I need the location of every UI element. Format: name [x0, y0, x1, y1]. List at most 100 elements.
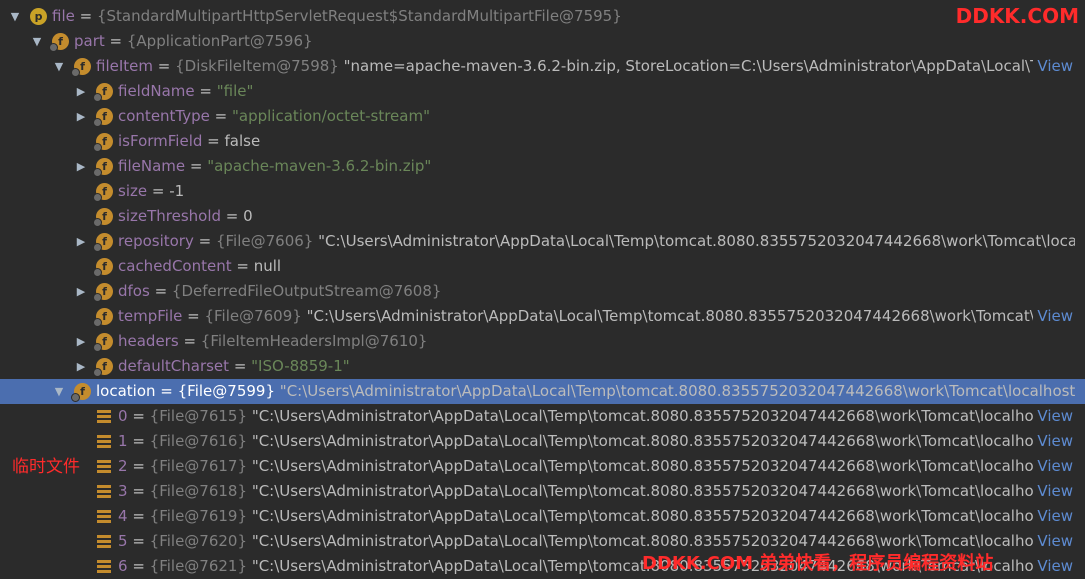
view-link[interactable]: View — [1033, 404, 1073, 429]
annotation-temp-files: 临时文件 — [12, 457, 80, 477]
array-element-icon — [97, 435, 111, 448]
tree-row-content: dfos = {DeferredFileOutputStream@7608} — [118, 282, 442, 300]
view-link[interactable]: View — [1033, 504, 1073, 529]
expand-arrow-icon[interactable]: ▶ — [74, 329, 88, 354]
view-link[interactable]: View — [1033, 479, 1073, 504]
variable-value: "ISO-8859-1" — [251, 357, 350, 375]
variable-value: "C:\Users\Administrator\AppData\Local\Te… — [251, 482, 1033, 500]
tree-row[interactable]: ▼ p file = {StandardMultipartHttpServletRe… — [0, 4, 1085, 29]
tree-row-content: cachedContent = null — [118, 257, 282, 275]
object-reference: {File@7619} — [149, 507, 248, 525]
variable-value: "C:\Users\Administrator\AppData\Local\Te… — [251, 507, 1033, 525]
expand-arrow-icon[interactable]: ▶ — [74, 354, 88, 379]
field-icon: f — [93, 158, 113, 177]
tree-row[interactable]: f cachedContent = null — [0, 254, 1085, 279]
tree-row[interactable]: f isFormField = false — [0, 129, 1085, 154]
tree-row-content: part = {ApplicationPart@7596} — [74, 32, 313, 50]
view-link[interactable]: View — [1033, 529, 1073, 554]
tree-row[interactable]: ▼ f location = {File@7599} "C:\Users\Admin… — [0, 379, 1085, 404]
expand-arrow-icon[interactable]: ▶ — [74, 104, 88, 129]
tree-row[interactable]: ▼ f fileItem = {DiskFileItem@7598} "name=a… — [0, 54, 1085, 79]
variable-name: sizeThreshold — [118, 207, 222, 225]
variable-value: "C:\Users\Administrator\AppData\Local\Te… — [279, 382, 1075, 400]
tree-row-content: file = {StandardMultipartHttpServletRequ… — [52, 7, 622, 25]
object-reference: {File@7616} — [149, 432, 248, 450]
variable-name: 3 — [118, 482, 128, 500]
object-reference: {StandardMultipartHttpServletRequest$Sta… — [96, 7, 622, 25]
field-icon: f — [93, 108, 113, 127]
tree-row[interactable]: ▶ f repository = {File@7606} "C:\Users\Adm… — [0, 229, 1085, 254]
tree-row[interactable]: 1 = {File@7616} "C:\Users\Administrator\… — [0, 429, 1085, 454]
tree-row-content: 1 = {File@7616} "C:\Users\Administrator\… — [118, 429, 1033, 454]
object-reference: {DeferredFileOutputStream@7608} — [171, 282, 442, 300]
variable-value: "C:\Users\Administrator\AppData\Local\Te… — [251, 532, 1033, 550]
collapse-arrow-icon[interactable]: ▼ — [30, 29, 44, 54]
variable-name: fileItem — [96, 57, 153, 75]
object-reference: {DiskFileItem@7598} — [175, 57, 339, 75]
field-icon: f — [93, 133, 113, 152]
variable-name: location — [96, 382, 156, 400]
variable-name: defaultCharset — [118, 357, 230, 375]
tree-row[interactable]: ▶ f fileName = "apache-maven-3.6.2-bin.zip… — [0, 154, 1085, 179]
variable-value: "name=apache-maven-3.6.2-bin.zip, StoreL… — [343, 57, 1033, 75]
tree-row[interactable]: ▶ f dfos = {DeferredFileOutputStream@7608} — [0, 279, 1085, 304]
tree-row[interactable]: ▶ f fieldName = "file" — [0, 79, 1085, 104]
field-icon: f — [93, 308, 113, 327]
expand-arrow-icon[interactable]: ▶ — [74, 279, 88, 304]
variable-name: 0 — [118, 407, 128, 425]
object-reference: {File@7618} — [149, 482, 248, 500]
variable-value: "file" — [216, 82, 254, 100]
parameter-icon: p — [30, 8, 47, 25]
tree-row[interactable]: f size = -1 — [0, 179, 1085, 204]
field-icon: f — [71, 58, 91, 77]
field-icon: f — [93, 283, 113, 302]
object-reference: {File@7599} — [177, 382, 276, 400]
tree-row[interactable]: 3 = {File@7618} "C:\Users\Administrator\… — [0, 479, 1085, 504]
variable-value: -1 — [169, 182, 185, 200]
view-link[interactable]: View — [1033, 54, 1073, 79]
variable-value: "C:\Users\Administrator\AppData\Local\Te… — [306, 307, 1033, 325]
tree-row-content: fileItem = {DiskFileItem@7598} "name=apa… — [96, 54, 1033, 79]
view-link[interactable]: View — [1033, 454, 1073, 479]
view-link[interactable]: View — [1033, 429, 1073, 454]
collapse-arrow-icon[interactable]: ▼ — [52, 54, 66, 79]
tree-row-content: sizeThreshold = 0 — [118, 207, 253, 225]
tree-row[interactable]: f tempFile = {File@7609} "C:\Users\Admini… — [0, 304, 1085, 329]
expand-arrow-icon[interactable]: ▶ — [74, 79, 88, 104]
field-icon: f — [93, 83, 113, 102]
tree-row[interactable]: ▶ f defaultCharset = "ISO-8859-1" — [0, 354, 1085, 379]
view-link[interactable]: View — [1033, 304, 1073, 329]
variable-name: fieldName — [118, 82, 195, 100]
variable-value: "C:\Users\Administrator\AppData\Local\Te… — [318, 232, 1075, 250]
tree-row[interactable]: ▶ f contentType = "application/octet-strea… — [0, 104, 1085, 129]
collapse-arrow-icon[interactable]: ▼ — [8, 4, 22, 29]
object-reference: {File@7606} — [215, 232, 314, 250]
tree-row-content: fieldName = "file" — [118, 82, 254, 100]
collapse-arrow-icon[interactable]: ▼ — [52, 379, 66, 404]
variable-name: 1 — [118, 432, 128, 450]
variables-tree[interactable]: ▼ p file = {StandardMultipartHttpServletRe… — [0, 4, 1085, 579]
variable-value: "apache-maven-3.6.2-bin.zip" — [207, 157, 432, 175]
view-link[interactable]: View — [1033, 554, 1073, 579]
variable-value: "C:\Users\Administrator\AppData\Local\Te… — [251, 407, 1033, 425]
object-reference: {ApplicationPart@7596} — [126, 32, 313, 50]
expand-arrow-icon[interactable]: ▶ — [74, 229, 88, 254]
expand-arrow-icon[interactable]: ▶ — [74, 154, 88, 179]
tree-row[interactable]: 0 = {File@7615} "C:\Users\Administrator\… — [0, 404, 1085, 429]
array-element-icon — [97, 560, 111, 573]
tree-row-content: repository = {File@7606} "C:\Users\Admin… — [118, 229, 1075, 254]
tree-row[interactable]: ▼ f part = {ApplicationPart@7596} — [0, 29, 1085, 54]
tree-row[interactable]: 4 = {File@7619} "C:\Users\Administrator\… — [0, 504, 1085, 529]
tree-row[interactable]: f sizeThreshold = 0 — [0, 204, 1085, 229]
variable-name: repository — [118, 232, 194, 250]
object-reference: {File@7617} — [149, 457, 248, 475]
tree-row-content: contentType = "application/octet-stream" — [118, 107, 430, 125]
variable-value: "C:\Users\Administrator\AppData\Local\Te… — [251, 457, 1033, 475]
tree-row[interactable]: ▶ f headers = {FileItemHeadersImpl@7610} — [0, 329, 1085, 354]
tree-row-content: size = -1 — [118, 182, 185, 200]
field-icon: f — [49, 33, 69, 52]
variable-name: file — [52, 7, 75, 25]
variable-name: size — [118, 182, 148, 200]
tree-row[interactable]: 2 = {File@7617} "C:\Users\Administrator\… — [0, 454, 1085, 479]
field-icon: f — [93, 333, 113, 352]
